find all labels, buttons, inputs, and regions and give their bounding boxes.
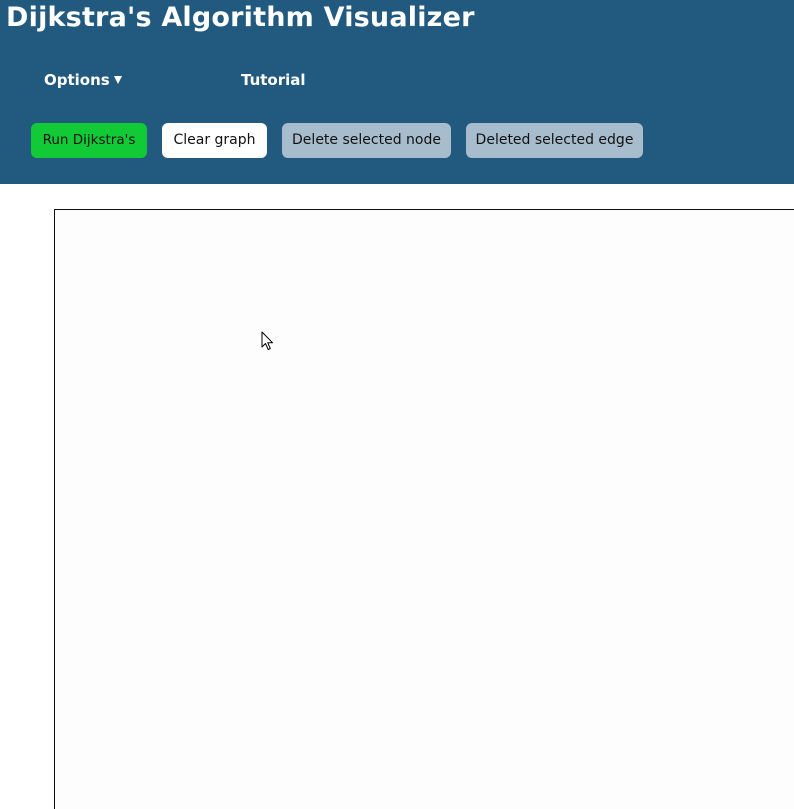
options-menu[interactable]: Options (44, 70, 122, 90)
clear-graph-button[interactable]: Clear graph (162, 123, 267, 158)
delete-selected-edge-button[interactable]: Deleted selected edge (466, 123, 643, 158)
graph-canvas[interactable] (54, 209, 794, 809)
options-menu-label: Options (44, 71, 110, 89)
tutorial-link[interactable]: Tutorial (241, 70, 306, 90)
delete-selected-node-button[interactable]: Delete selected node (282, 123, 451, 158)
run-dijkstra-button[interactable]: Run Dijkstra's (31, 123, 147, 158)
caret-down-icon (113, 75, 122, 84)
app-header: Dijkstra's Algorithm Visualizer Options … (0, 0, 794, 184)
mouse-pointer-icon (261, 331, 273, 350)
app-title: Dijkstra's Algorithm Visualizer (6, 2, 475, 33)
